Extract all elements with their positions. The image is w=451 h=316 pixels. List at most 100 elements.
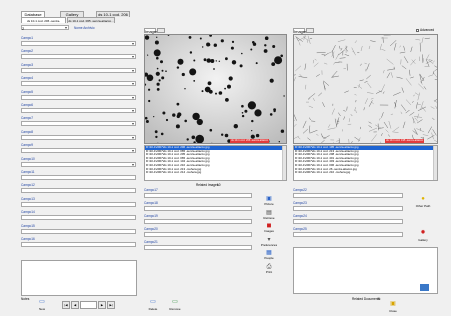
file-list-item[interactable]: D:\10-1\2007\ds 10-1 cod. 210 -muhera.jp… — [294, 171, 437, 175]
micrograph-particle — [241, 52, 243, 55]
left-notes-area[interactable] — [21, 260, 137, 296]
campo-field[interactable] — [144, 206, 252, 211]
file-list-item[interactable]: D:\10-1\2007\ds 10-1 cod. 214 -muhera.jp… — [145, 171, 286, 175]
campo-field[interactable] — [21, 108, 136, 113]
micrograph-particle — [239, 64, 243, 68]
micrograph-particle — [199, 37, 202, 40]
campo-field[interactable] — [21, 215, 136, 221]
micrograph-particle — [158, 79, 161, 82]
tab-images-left[interactable]: Images — [144, 28, 158, 34]
tab-images-right[interactable]: Images — [293, 28, 307, 34]
campo-label: Campo18 — [144, 201, 158, 205]
campo-field[interactable] — [21, 54, 136, 60]
remove-icon[interactable]: ▭ — [170, 299, 180, 305]
people-button[interactable]: People — [258, 256, 280, 260]
campo-label: Campo5 — [21, 89, 34, 94]
images-button[interactable]: Images — [258, 229, 280, 233]
campo-field[interactable] — [21, 94, 136, 100]
campo-field[interactable] — [21, 175, 136, 180]
campo-label: Campo11 — [21, 170, 35, 174]
retrieve-button[interactable]: Retrieve — [258, 216, 280, 220]
images-right-tab-button[interactable] — [306, 28, 314, 33]
micrograph-particle — [251, 119, 254, 123]
last-record-button[interactable]: ▶| — [107, 301, 115, 309]
micrograph-particle — [274, 56, 283, 65]
campo-field[interactable] — [293, 193, 403, 198]
campo-field[interactable] — [21, 121, 136, 127]
delete-icon[interactable]: ▭ — [148, 299, 158, 305]
micrograph-particle — [250, 48, 253, 51]
subtab-0[interactable]: ds 10-1 cod. 206 -senza-attacco... — [21, 17, 66, 29]
campo-field[interactable] — [21, 67, 136, 73]
gallery-button[interactable]: Gallery — [414, 238, 432, 242]
right-notes-area[interactable] — [293, 247, 438, 294]
campo-field[interactable] — [144, 245, 252, 250]
picture-button[interactable]: Picture — [258, 202, 280, 206]
micrograph-particle — [247, 101, 256, 110]
advanced-checkbox[interactable] — [416, 29, 419, 32]
campo-label: Campo15 — [21, 223, 35, 228]
print-button[interactable]: Print — [258, 270, 280, 274]
micrograph-particle — [241, 114, 245, 118]
campo-field[interactable] — [21, 228, 136, 234]
micrograph-particle — [196, 118, 203, 126]
campo-label: Campo7 — [21, 116, 34, 121]
file-list-scrollbar[interactable] — [433, 146, 437, 180]
campo-field[interactable] — [21, 242, 136, 247]
campo-field[interactable] — [21, 81, 136, 87]
campo-field[interactable] — [21, 134, 136, 140]
gallery-icon[interactable]: ✹ — [418, 230, 428, 236]
micrograph-particle — [155, 135, 158, 139]
micrograph-particle — [208, 89, 213, 94]
micrograph-particle — [280, 129, 285, 133]
next-record-button[interactable]: ▶ — [98, 301, 106, 309]
micrograph-particle — [220, 39, 224, 43]
file-list-scrollbar[interactable] — [282, 146, 286, 180]
right-file-list[interactable]: D:\10-1\2007\ds 10-1 cod. 195 -senza-att… — [293, 145, 438, 181]
campo-field[interactable] — [21, 201, 136, 207]
campo-field[interactable] — [144, 232, 252, 237]
micrograph-particle — [215, 60, 217, 62]
close-icon[interactable]: ▣ — [388, 301, 398, 307]
campo-field[interactable] — [144, 219, 252, 224]
new-button[interactable]: New — [36, 307, 48, 311]
micrograph-particle — [184, 88, 186, 90]
other-path-button[interactable]: Other Path — [412, 204, 434, 208]
campo-field[interactable] — [293, 206, 403, 211]
new-icon[interactable]: ▭ — [37, 299, 47, 305]
campo-field[interactable] — [21, 161, 136, 167]
campo-field[interactable] — [21, 148, 136, 154]
record-position — [80, 301, 97, 309]
preferences-button[interactable]: Preferences — [258, 243, 280, 247]
campo-field[interactable] — [293, 232, 403, 237]
micrograph-particle — [189, 68, 197, 76]
delete-button[interactable]: Delete — [145, 307, 161, 311]
campo-field[interactable] — [144, 193, 252, 198]
micrograph-particle — [156, 56, 159, 60]
left-file-list[interactable]: D:\10-1\2007\ds 10-1 cod. 206 -senza-att… — [144, 145, 287, 181]
micrograph-particle — [165, 70, 167, 72]
other-path-icon[interactable]: ● — [418, 196, 428, 202]
campo-field[interactable] — [293, 219, 403, 224]
first-record-button[interactable]: |◀ — [62, 301, 70, 309]
prev-record-button[interactable]: ◀ — [71, 301, 79, 309]
images-left-tab-button[interactable] — [157, 28, 165, 33]
campo-field[interactable] — [21, 188, 136, 194]
record-selector[interactable]: 2 — [21, 25, 69, 31]
micrograph-particle — [241, 104, 244, 108]
micrograph-particle — [189, 51, 193, 54]
micrograph-particle — [184, 119, 187, 123]
micrograph-particle — [188, 36, 192, 39]
subtab-1[interactable]: ds 10-1 cod. 065 -senza-attacco... — [67, 17, 115, 23]
micrograph-particle — [209, 128, 213, 132]
micrograph-particle — [155, 71, 160, 76]
micrograph-particle — [177, 112, 182, 117]
remove-button[interactable]: Remove — [166, 307, 184, 311]
micrograph-particle — [225, 57, 228, 61]
micrograph-particle — [201, 90, 204, 93]
micrograph-particle — [255, 62, 258, 65]
micrograph-particle — [192, 112, 200, 121]
close-button[interactable]: Close — [386, 309, 400, 313]
campo-field[interactable] — [21, 41, 136, 46]
micrograph-particle — [146, 74, 154, 82]
